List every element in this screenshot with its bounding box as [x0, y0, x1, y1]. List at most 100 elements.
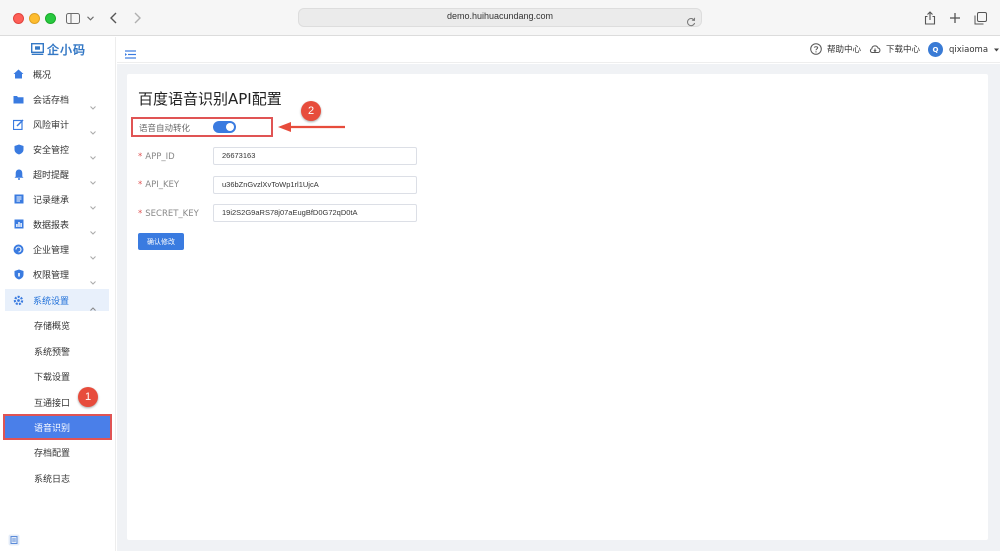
sidebar-subitem-label: 互通接口 [34, 399, 71, 409]
sidebar-item-label: 数据报表 [33, 220, 70, 231]
sidebar-item-label: 概况 [33, 70, 52, 81]
document-icon[interactable] [8, 531, 20, 550]
menu-collapse-icon[interactable] [125, 44, 136, 63]
sidebar-item-label: 系统设置 [33, 296, 70, 307]
sidebar-subitem-download-settings[interactable]: 下载设置 [0, 365, 116, 387]
new-tab-icon[interactable] [948, 9, 962, 27]
sidebar-item-session-archive[interactable]: 会话存档 [0, 88, 116, 110]
app-id-input[interactable]: 26673163 [213, 147, 417, 165]
username: qixiaoma [949, 44, 989, 55]
sidebar-item-label: 风险审计 [33, 120, 70, 131]
chart-icon [13, 219, 24, 230]
sidebar-subitem-system-log[interactable]: 系统日志 [0, 467, 116, 489]
sidebar-item-security[interactable]: 安全管控 [0, 138, 116, 160]
confirm-modify-button[interactable]: 确认修改 [138, 233, 184, 250]
sidebar-subitem-label: 存档配置 [34, 449, 71, 459]
sidebar-item-data-report[interactable]: 数据报表 [0, 213, 116, 235]
avatar: Q [928, 42, 943, 57]
user-menu[interactable]: Q qixiaoma [928, 42, 1000, 57]
sidebar-subitem-system-warning[interactable]: 系统预警 [0, 340, 116, 362]
secret-key-input[interactable]: 19i2S2G9aRS78j07aEugBfD0G72qD0tA [213, 204, 417, 222]
sidebar-toggle-icon[interactable] [66, 9, 80, 27]
gear-icon [13, 295, 24, 306]
sidebar-subitem-label: 语音识别 [34, 424, 71, 434]
tab-overview-icon[interactable] [973, 9, 987, 27]
annotation-arrow-icon [278, 122, 345, 132]
sidebar-item-label: 权限管理 [33, 270, 70, 281]
chevron-up-icon [90, 296, 96, 315]
edit-icon [13, 118, 24, 130]
list-icon [13, 194, 24, 205]
annotation-badge-1: 1 [78, 387, 98, 407]
url-text: demo.huihuacundang.com [446, 11, 554, 21]
help-center-link[interactable]: 帮助中心 [810, 43, 861, 55]
sidebar-item-record-inherit[interactable]: 记录继承 [0, 188, 116, 210]
sidebar-subitem-storage-overview[interactable]: 存储概览 [0, 314, 116, 336]
chevron-down-icon [90, 270, 96, 289]
chevron-down-icon [90, 245, 96, 264]
auto-convert-row: 语音自动转化 [131, 117, 273, 137]
sidebar-subitem-label: 存储概览 [34, 322, 71, 332]
sidebar-subitem-interop-api[interactable]: 互通接口 [0, 391, 116, 413]
chevron-down-icon [90, 195, 96, 214]
page-title: 百度语音识别API配置 [138, 90, 282, 108]
sidebar-subitem-label: 系统预警 [34, 348, 71, 358]
sidebar-subitem-label: 下载设置 [34, 373, 71, 383]
sidebar-item-risk-audit[interactable]: 风险审计 [0, 113, 116, 135]
sidebar-item-overview[interactable]: 概况 [0, 63, 116, 85]
sidebar-item-label: 企业管理 [33, 245, 70, 256]
browser-titlebar: demo.huihuacundang.com [0, 0, 1000, 36]
chevron-down-icon [90, 120, 96, 139]
sidebar-item-label: 超时提醒 [33, 170, 70, 181]
chevron-down-icon [90, 220, 96, 239]
chevron-down-icon[interactable] [86, 9, 94, 27]
reload-icon[interactable] [686, 12, 696, 31]
forward-arrow-icon[interactable] [132, 9, 142, 27]
caret-down-icon [994, 48, 1000, 51]
folder-icon [13, 94, 24, 105]
chevron-down-icon [90, 170, 96, 189]
sidebar-item-label: 安全管控 [33, 145, 70, 156]
auto-convert-toggle[interactable] [213, 121, 236, 133]
minimize-window-button[interactable] [29, 13, 40, 24]
chevron-down-icon [90, 145, 96, 164]
required-asterisk: * [138, 209, 143, 219]
logo-text: 企小码 [47, 42, 87, 57]
zoom-window-button[interactable] [45, 13, 56, 24]
bell-icon [13, 169, 24, 180]
sidebar-item-enterprise[interactable]: 企业管理 [0, 238, 116, 260]
download-center-link[interactable]: 下载中心 [869, 43, 920, 55]
app-header: 帮助中心 下载中心 Q qixiaoma [117, 37, 1000, 63]
address-bar[interactable]: demo.huihuacundang.com [298, 8, 702, 27]
help-center-label: 帮助中心 [827, 45, 862, 55]
auto-convert-label: 语音自动转化 [139, 124, 191, 134]
sidebar-subitem-speech-recognition[interactable]: 语音识别 [3, 414, 112, 440]
chevron-down-icon [90, 95, 96, 114]
help-icon [810, 43, 822, 55]
required-asterisk: * [138, 180, 143, 190]
app-logo[interactable]: 企小码 [31, 41, 86, 57]
sidebar-subitem-label: 系统日志 [34, 475, 71, 485]
sidebar-subitem-archive-config[interactable]: 存档配置 [0, 441, 116, 463]
app-id-label: * APP_ID [138, 152, 175, 162]
shield-icon [13, 144, 24, 155]
lock-shield-icon [13, 269, 24, 280]
cloud-download-icon [869, 45, 881, 53]
config-card [127, 74, 988, 540]
sidebar-item-permissions[interactable]: 权限管理 [0, 263, 116, 285]
api-key-input[interactable]: u36bZnGvzlXvToWp1rl1UjcA [213, 176, 417, 194]
logo-icon [31, 43, 44, 55]
secret-key-label: * SECRET_KEY [138, 209, 199, 219]
back-arrow-icon[interactable] [108, 9, 118, 27]
required-asterisk: * [138, 152, 143, 162]
sidebar-item-system-settings[interactable]: 系统设置 [5, 289, 109, 311]
share-icon[interactable] [923, 9, 937, 27]
download-center-label: 下载中心 [886, 45, 921, 55]
sidebar: 企小码 概况 会话存档 风险审计 安全管控 超时提醒 记录继承 数据报表 企业管… [0, 37, 116, 551]
close-window-button[interactable] [13, 13, 24, 24]
sidebar-item-timeout-reminder[interactable]: 超时提醒 [0, 163, 116, 185]
api-key-label: * API_KEY [138, 180, 180, 190]
sidebar-item-label: 会话存档 [33, 95, 70, 106]
sidebar-item-label: 记录继承 [33, 195, 70, 206]
home-icon [13, 69, 24, 80]
